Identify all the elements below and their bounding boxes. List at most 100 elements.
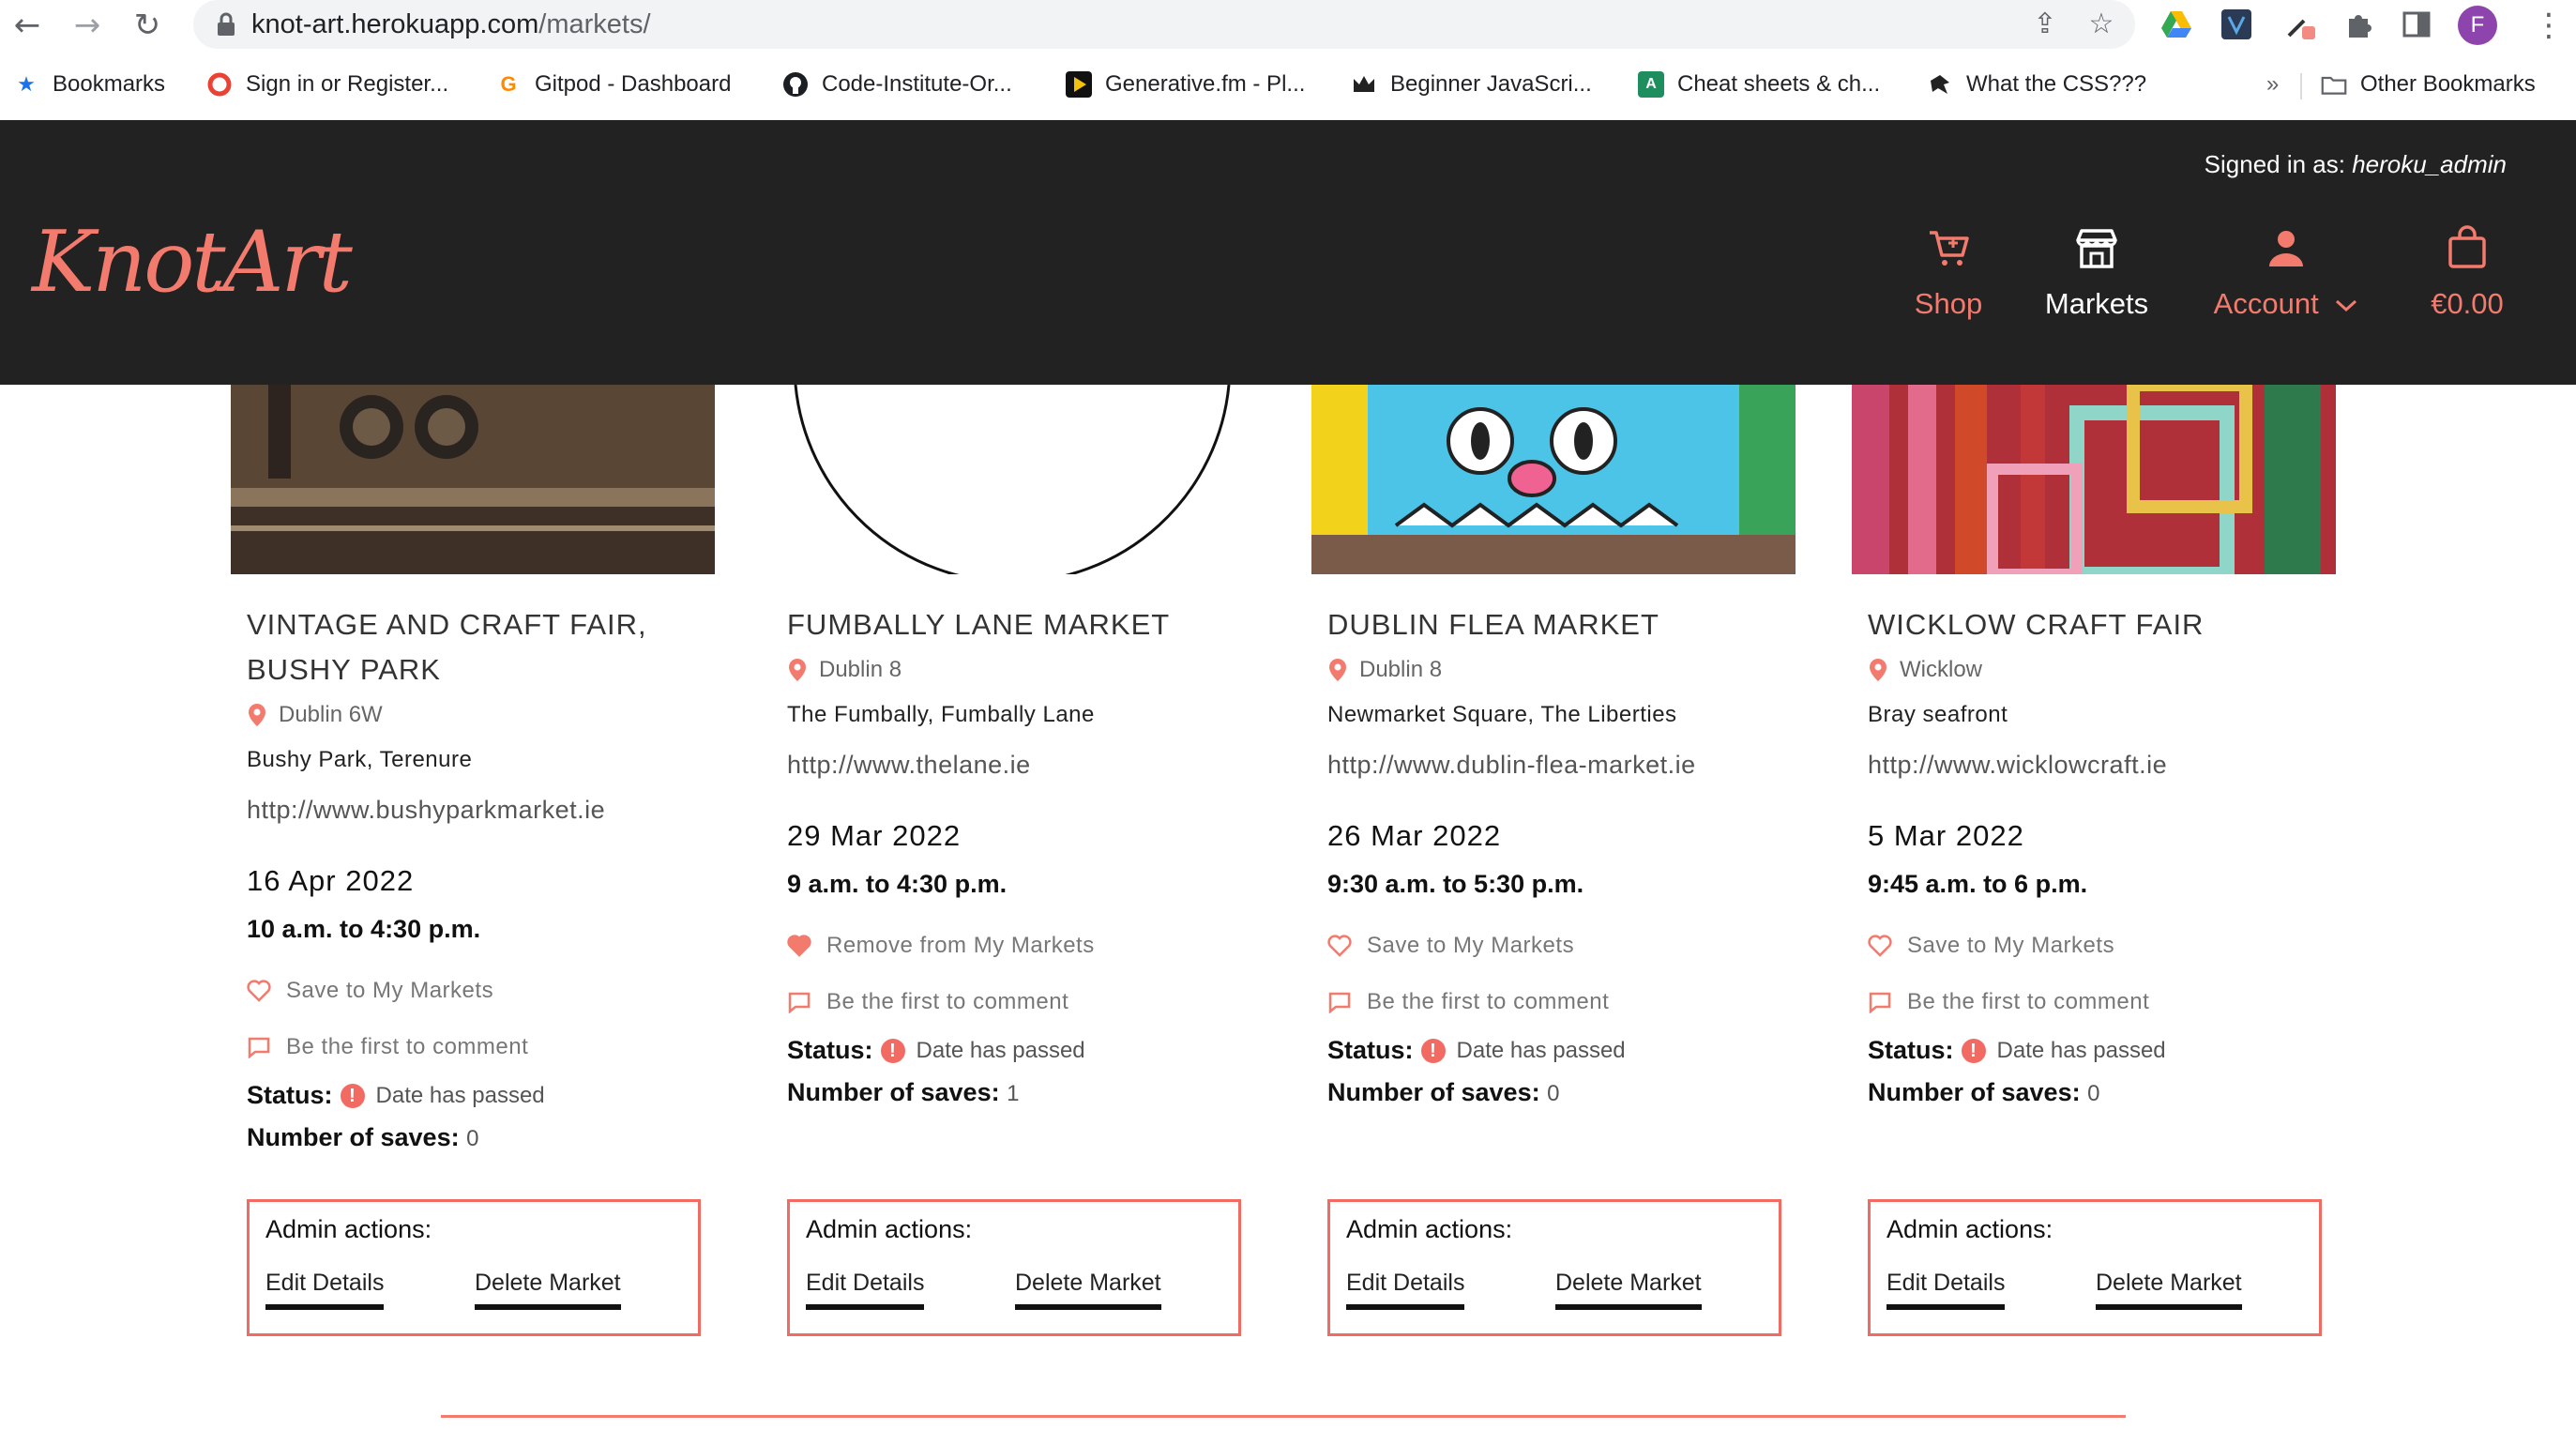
market-website-link[interactable]: http://www.thelane.ie	[787, 751, 1247, 780]
cheatsheet-icon: A	[1638, 71, 1664, 98]
market-title[interactable]: DUBLIN FLEA MARKET	[1327, 602, 1787, 647]
status-text: Date has passed	[375, 1082, 545, 1108]
market-website-link[interactable]: http://www.bushyparkmarket.ie	[247, 796, 706, 825]
map-pin-icon	[1329, 659, 1346, 681]
comment-button[interactable]: Be the first to comment	[1327, 989, 1787, 1015]
saves-count: 0	[2087, 1081, 2100, 1106]
market-website-link[interactable]: http://www.wicklowcraft.ie	[1868, 751, 2327, 780]
bookmark-label: What the CSS???	[1966, 71, 2147, 97]
nav-shop[interactable]: Shop	[1895, 225, 2002, 321]
bookmark-item[interactable]: G Gitpod - Dashboard	[495, 68, 731, 101]
comment-label: Be the first to comment	[1367, 989, 1610, 1014]
share-icon[interactable]: ⇪	[2030, 9, 2060, 39]
save-market-button[interactable]: Save to My Markets	[1327, 933, 1787, 959]
market-time: 9 a.m. to 4:30 p.m.	[787, 870, 1008, 898]
market-image[interactable]	[1852, 385, 2336, 574]
profile-avatar[interactable]: F	[2458, 6, 2497, 45]
google-drive-icon[interactable]	[2159, 8, 2193, 41]
edit-details-button[interactable]: Edit Details	[1887, 1270, 2006, 1310]
section-divider	[441, 1415, 2126, 1418]
comment-icon	[788, 992, 811, 1013]
delete-market-button[interactable]: Delete Market	[2096, 1270, 2242, 1310]
bookmark-item[interactable]: ★ Bookmarks	[13, 68, 165, 101]
comment-button[interactable]: Be the first to comment	[247, 1034, 706, 1060]
admin-actions-box: Admin actions: Edit Details Delete Marke…	[1327, 1199, 1781, 1336]
market-card: WICKLOW CRAFT FAIR Wicklow Bray seafront…	[1852, 385, 2336, 1351]
site-logo[interactable]: KnotArt	[32, 221, 353, 305]
edit-details-button[interactable]: Edit Details	[265, 1270, 385, 1310]
comment-label: Be the first to comment	[826, 989, 1069, 1014]
bookmark-item[interactable]: A Cheat sheets & ch...	[1638, 68, 1880, 101]
status-text: Date has passed	[916, 1037, 1085, 1063]
remove-market-button[interactable]: Remove from My Markets	[787, 933, 1247, 959]
nav-account[interactable]: Account	[2206, 225, 2366, 321]
market-saves: Number of saves: 1	[787, 1078, 1247, 1107]
nav-bag[interactable]: €0.00	[2420, 225, 2514, 321]
status-text: Date has passed	[1456, 1037, 1626, 1063]
bookmarks-divider	[2300, 73, 2302, 99]
market-card: DUBLIN FLEA MARKET Dublin 8 Newmarket Sq…	[1311, 385, 1796, 1351]
bookmarks-overflow-button[interactable]: »	[2266, 68, 2279, 101]
eyedropper-icon[interactable]	[2283, 8, 2317, 41]
market-address: Bushy Park, Terenure	[247, 747, 473, 772]
market-title[interactable]: VINTAGE AND CRAFT FAIR, BUSHY PARK	[247, 602, 706, 692]
back-icon[interactable]: ←	[9, 8, 45, 43]
crown-icon	[1351, 71, 1377, 98]
bookmark-item[interactable]: Sign in or Register...	[206, 68, 448, 101]
market-card-body: VINTAGE AND CRAFT FAIR, BUSHY PARK Dubli…	[247, 602, 706, 1152]
market-title[interactable]: WICKLOW CRAFT FAIR	[1868, 602, 2327, 647]
save-market-label: Save to My Markets	[1907, 933, 2115, 958]
browser-toolbar: ← → ↻ knot-art.herokuapp.com/markets/ ⇪ …	[0, 0, 2576, 51]
side-panel-icon[interactable]	[2400, 8, 2433, 41]
comment-button[interactable]: Be the first to comment	[1868, 989, 2327, 1015]
market-time: 9:45 a.m. to 6 p.m.	[1868, 870, 2088, 898]
extensions-puzzle-icon[interactable]	[2341, 8, 2375, 41]
status-label: Status:	[1327, 1036, 1414, 1064]
signed-in-status: Signed in as: heroku_admin	[2205, 150, 2507, 179]
market-card-body: DUBLIN FLEA MARKET Dublin 8 Newmarket Sq…	[1327, 602, 1787, 1107]
market-date: 29 Mar 2022	[787, 819, 962, 852]
heart-filled-icon	[787, 935, 811, 957]
signed-in-prefix: Signed in as:	[2204, 150, 2345, 178]
market-location-text: Dublin 6W	[279, 702, 383, 727]
market-image[interactable]	[1311, 385, 1796, 574]
save-market-button[interactable]: Save to My Markets	[1868, 933, 2327, 959]
reload-icon[interactable]: ↻	[129, 8, 165, 43]
delete-market-button[interactable]: Delete Market	[1015, 1270, 1161, 1310]
save-market-button[interactable]: Save to My Markets	[247, 978, 706, 1004]
market-status: Status: ! Date has passed	[787, 1036, 1247, 1065]
edit-details-button[interactable]: Edit Details	[1346, 1270, 1465, 1310]
bookmark-item[interactable]: Code-Institute-Or...	[782, 68, 1012, 101]
saves-count: 0	[466, 1126, 479, 1151]
market-date: 5 Mar 2022	[1868, 819, 2024, 852]
bookmark-label: Bookmarks	[53, 71, 166, 97]
address-bar[interactable]: knot-art.herokuapp.com/markets/ ⇪ ☆	[193, 0, 2135, 49]
admin-actions-title: Admin actions:	[265, 1215, 432, 1243]
bookmark-item[interactable]: Beginner JavaScri...	[1351, 68, 1592, 101]
other-bookmarks-folder[interactable]: Other Bookmarks	[2321, 68, 2536, 101]
market-website-link[interactable]: http://www.dublin-flea-market.ie	[1327, 751, 1787, 780]
saves-label: Number of saves:	[1327, 1078, 1540, 1106]
admin-actions-box: Admin actions: Edit Details Delete Marke…	[787, 1199, 1241, 1336]
delete-market-button[interactable]: Delete Market	[475, 1270, 621, 1310]
nav-markets[interactable]: Markets	[2036, 225, 2158, 321]
market-image[interactable]	[231, 385, 715, 574]
bookmark-star-icon[interactable]: ☆	[2086, 9, 2116, 39]
forward-icon[interactable]: →	[69, 8, 105, 43]
market-image[interactable]	[771, 385, 1255, 574]
bookmark-item[interactable]: Generative.fm - Pl...	[1066, 68, 1305, 101]
markets-list: VINTAGE AND CRAFT FAIR, BUSHY PARK Dubli…	[0, 385, 2576, 1430]
market-card: VINTAGE AND CRAFT FAIR, BUSHY PARK Dubli…	[231, 385, 715, 1351]
browser-menu-icon[interactable]: ⋮	[2533, 6, 2565, 45]
market-address: The Fumbally, Fumbally Lane	[787, 702, 1095, 727]
github-icon	[782, 71, 809, 98]
delete-market-button[interactable]: Delete Market	[1555, 1270, 1702, 1310]
edit-details-button[interactable]: Edit Details	[806, 1270, 925, 1310]
comment-icon	[1869, 992, 1891, 1013]
cart-icon	[1930, 231, 1969, 266]
alert-icon: !	[340, 1083, 365, 1108]
extension-dark-icon[interactable]	[2220, 8, 2253, 41]
market-title[interactable]: FUMBALLY LANE MARKET	[787, 602, 1247, 647]
comment-button[interactable]: Be the first to comment	[787, 989, 1247, 1015]
bookmark-item[interactable]: What the CSS???	[1927, 68, 2146, 101]
